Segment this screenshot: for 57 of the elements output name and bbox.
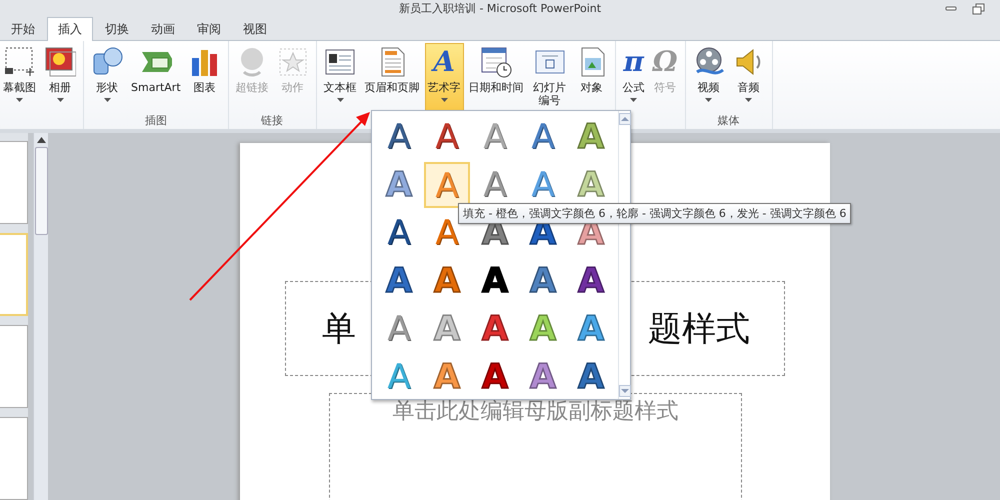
screenshot-icon (4, 46, 36, 78)
ribbon-button[interactable]: 幻灯片编号 (528, 43, 571, 111)
slide-thumbnail[interactable] (0, 417, 28, 500)
tooltip: 填充 - 橙色，强调文字颜色 6，轮廓 - 强调文字颜色 6，发光 - 强调文字颜色 6 (458, 203, 852, 224)
wordart-style[interactable]: A (568, 354, 614, 400)
ribbon-tab[interactable]: 插入 (47, 17, 93, 41)
ribbon-button[interactable]: π 公式 (620, 43, 648, 111)
wordart-style[interactable]: A (520, 258, 566, 304)
ribbon-tab[interactable]: 动画 (141, 18, 185, 40)
wordart-style[interactable]: A (568, 258, 614, 304)
ribbon-button[interactable]: 形状 (88, 43, 126, 111)
ribbon-button[interactable]: 图表 (186, 43, 224, 111)
wordart-style[interactable]: A (472, 306, 518, 352)
wordart-style[interactable]: A (376, 114, 422, 160)
ribbon-tab[interactable]: 切换 (95, 18, 139, 40)
title-text: 题样式 (648, 308, 750, 350)
ribbon-tab[interactable]: 审阅 (187, 18, 231, 40)
ribbon-button[interactable]: 音频 (730, 43, 768, 111)
slide-thumbnail[interactable] (0, 232, 28, 316)
wordart-style[interactable]: A (520, 354, 566, 400)
ribbon-button[interactable]: 相册 (41, 43, 79, 111)
subtitle-text: 单击此处编辑母版副标题样式 (392, 399, 678, 424)
ribbon-tab[interactable]: 视图 (233, 18, 277, 40)
wordart-style[interactable]: A (376, 258, 422, 304)
ribbon-button[interactable]: 幕截图 (0, 43, 39, 111)
wordart-style[interactable]: A (520, 114, 566, 160)
group-label: 媒体 (718, 114, 740, 127)
window-title: 新员工入职培训 - Microsoft PowerPoint (398, 0, 602, 16)
ribbon-button[interactable]: 对象 (572, 43, 611, 111)
calendar-clock-icon (480, 46, 512, 78)
pi-icon: π (623, 46, 644, 78)
group-label: 插图 (144, 114, 167, 127)
ribbon-button[interactable]: 文本框 (320, 43, 360, 111)
scroll-down-icon[interactable] (619, 385, 631, 397)
scrollbar[interactable] (33, 133, 48, 500)
ribbon-button[interactable]: 视频 (690, 43, 728, 111)
ribbon-button[interactable]: 日期和时间 (466, 43, 527, 111)
wordart-style[interactable]: A (376, 210, 422, 256)
photo-album-icon (44, 46, 76, 78)
title-text: 单 (322, 308, 356, 350)
group-label: 链接 (261, 114, 284, 127)
restore-icon[interactable] (972, 3, 986, 15)
wordart-style[interactable]: A (424, 114, 470, 160)
slide-thumbnail[interactable] (0, 141, 28, 224)
slide-thumbnail[interactable] (0, 325, 28, 408)
wordart-style[interactable]: A (376, 306, 422, 352)
ribbon-button[interactable]: SmartArt (128, 43, 184, 111)
wordart-icon: A (433, 46, 455, 78)
ribbon-tab[interactable]: 开始 (1, 18, 45, 40)
omega-icon: Ω (652, 46, 678, 78)
scroll-up-icon[interactable] (36, 137, 46, 143)
wordart-style[interactable]: A (424, 258, 470, 304)
ribbon-button[interactable]: A 艺术字 (424, 43, 464, 111)
scroll-thumb[interactable] (34, 147, 48, 235)
wordart-style[interactable]: A (472, 354, 518, 400)
wordart-style[interactable]: A (472, 258, 518, 304)
ribbon-button[interactable]: 页眉和页脚 (362, 43, 423, 111)
